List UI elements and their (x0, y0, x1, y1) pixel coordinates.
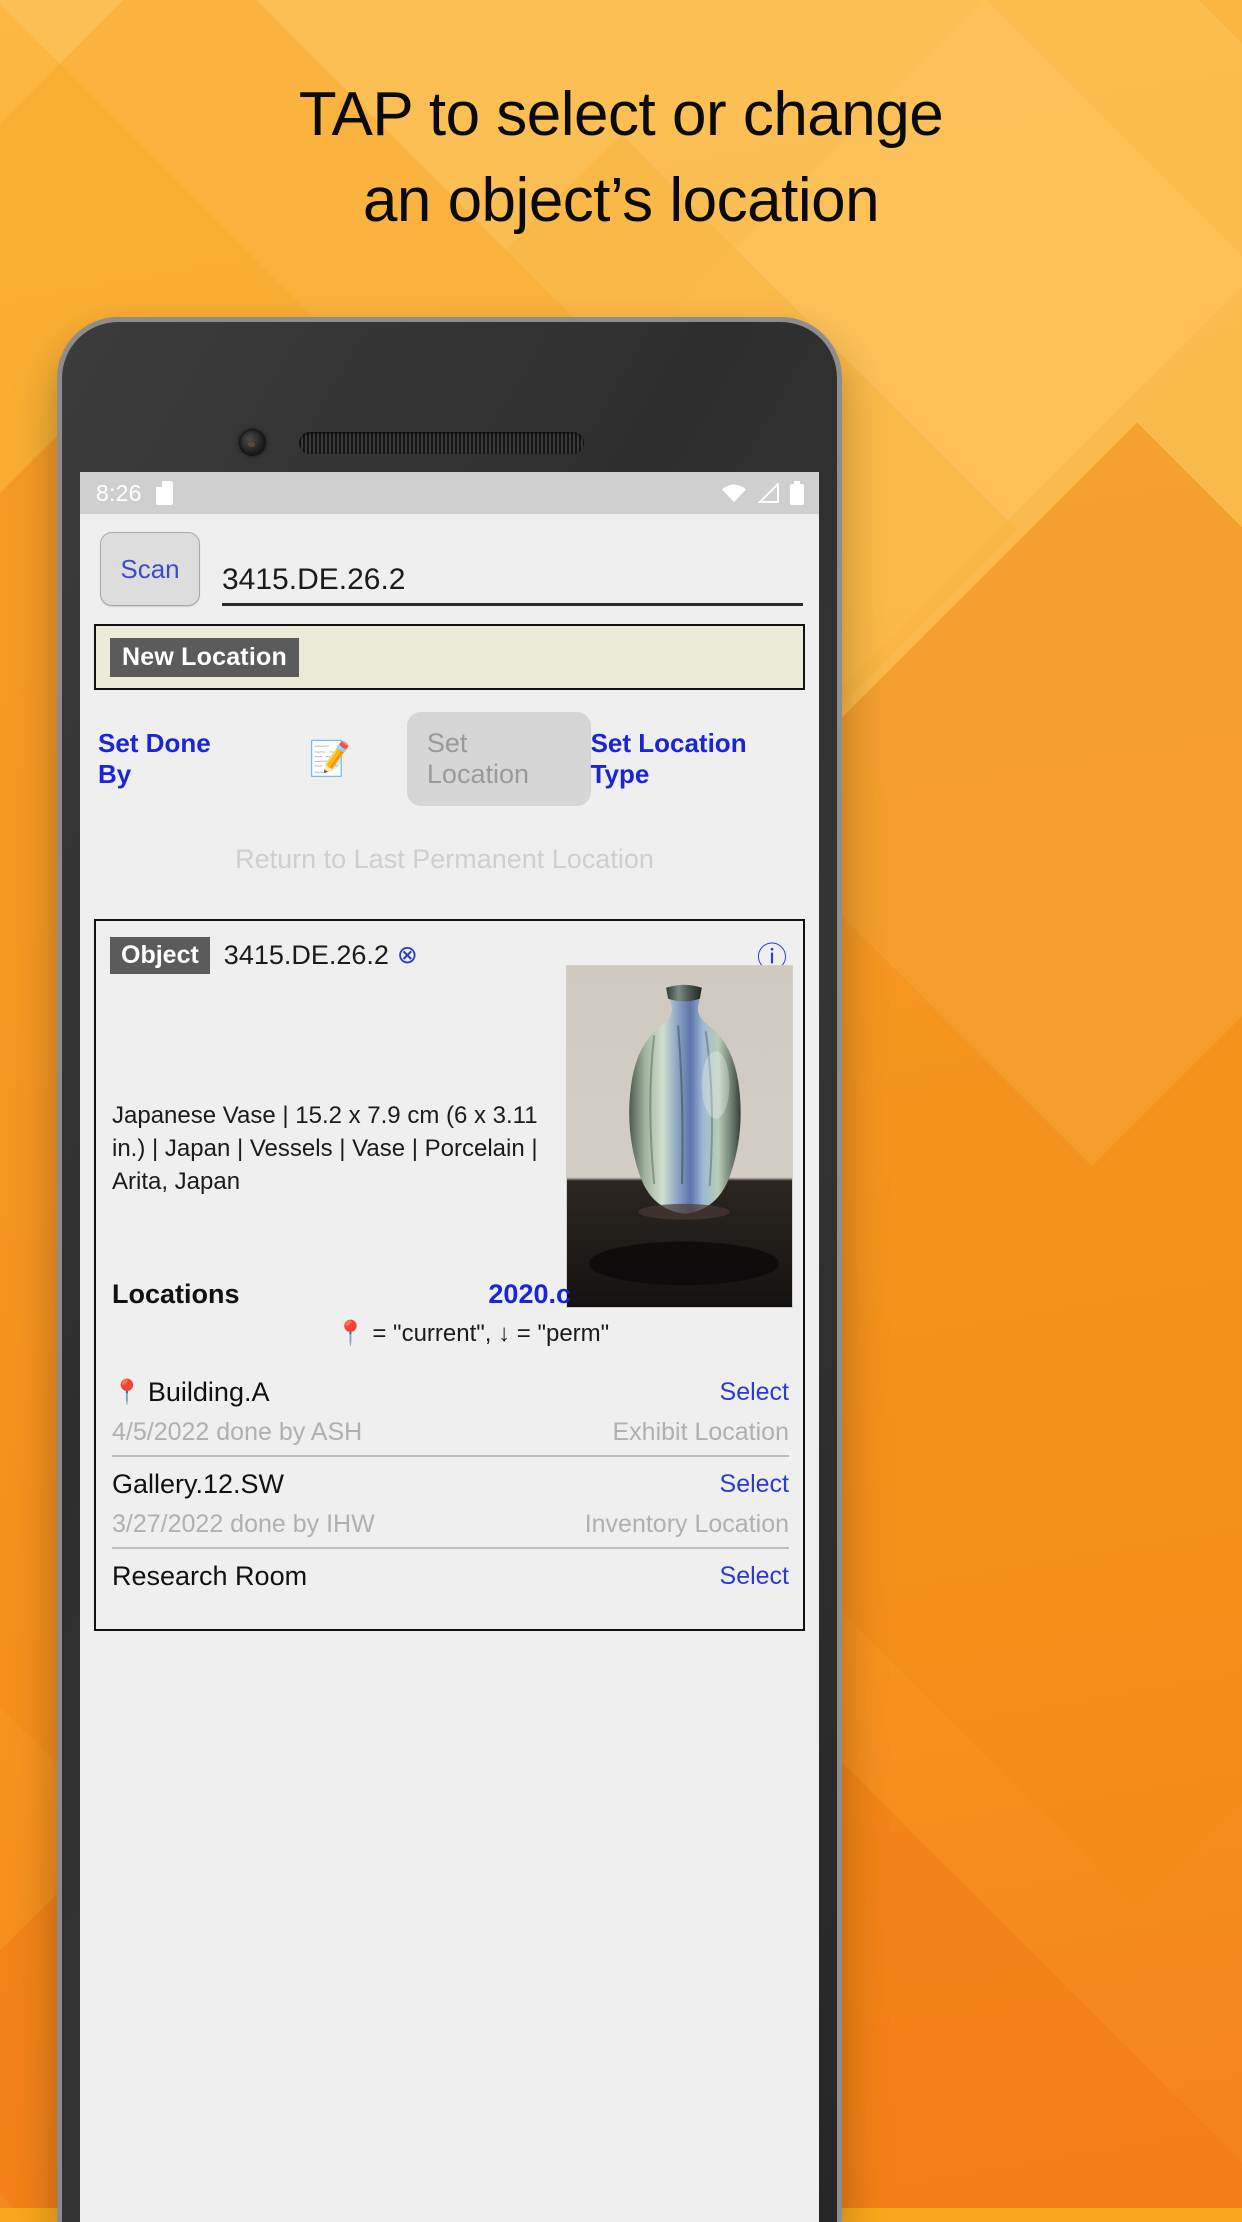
select-button[interactable]: Select (720, 1562, 789, 1591)
object-card: Object 3415.DE.26.2 ⊗ ⓘ Japanese Vase | … (94, 919, 805, 1631)
earpiece-speaker (299, 432, 584, 454)
location-row-meta: 3/27/2022 done by IHW Inventory Location (112, 1510, 789, 1539)
sim-card-icon (155, 481, 173, 505)
status-clock: 8:26 (96, 479, 142, 506)
location-name: Building.A (147, 1377, 270, 1407)
locations-header: Locations 2020.c (112, 1279, 789, 1310)
signal-icon (757, 483, 779, 503)
set-location-button[interactable]: Set Location (406, 712, 591, 806)
year-link[interactable]: 2020.c (488, 1279, 789, 1310)
object-thumbnail[interactable] (566, 965, 793, 1308)
table-row[interactable]: Gallery.12.SW Select 3/27/2022 done by I… (112, 1455, 789, 1547)
scan-button[interactable]: Scan (100, 532, 200, 606)
table-row[interactable]: 📍 Building.A Select 4/5/2022 done by ASH… (112, 1365, 789, 1455)
location-date: 3/27/2022 done by IHW (112, 1510, 375, 1538)
accession-input[interactable]: 3415.DE.26.2 (222, 532, 803, 606)
phone-screen: 8:26 Scan 3415.DE.26.2 New Location Set … (80, 472, 819, 2222)
wifi-icon (721, 483, 747, 503)
poster-headline: TAP to select or change an object’s loca… (0, 72, 1242, 244)
locations-legend: 📍 = "current", ↓ = "perm" (96, 1319, 789, 1348)
location-name: Gallery.12.SW (112, 1469, 285, 1499)
location-type: Exhibit Location (612, 1418, 789, 1446)
table-row[interactable]: Research Room Select (112, 1547, 789, 1600)
locations-title: Locations (112, 1279, 240, 1309)
location-name: Research Room (112, 1561, 308, 1591)
actions-row: Set Done By 📝 Set Location Set Location … (80, 690, 819, 806)
map-pin-icon: 📍 (335, 1320, 366, 1347)
legend-text: = "current", ↓ = "perm" (372, 1320, 610, 1347)
accession-input-value: 3415.DE.26.2 (222, 563, 406, 596)
object-chip-label: Object (110, 936, 210, 974)
new-location-chip-label: New Location (110, 637, 299, 677)
scan-row: Scan 3415.DE.26.2 (80, 514, 819, 620)
new-location-bar[interactable]: New Location (94, 624, 805, 690)
location-date: 4/5/2022 done by ASH (112, 1418, 363, 1446)
set-location-type-button[interactable]: Set Location Type (591, 728, 803, 790)
headline-line-2: an object’s location (362, 166, 880, 235)
location-row-meta: 4/5/2022 done by ASH Exhibit Location (112, 1418, 789, 1447)
phone-mockup: 8:26 Scan 3415.DE.26.2 New Location Set … (62, 322, 837, 2222)
status-bar: 8:26 (80, 472, 819, 514)
location-row-primary: 📍 Building.A Select (112, 1377, 789, 1408)
select-button[interactable]: Select (720, 1378, 789, 1407)
return-to-last-permanent-location-button[interactable]: Return to Last Permanent Location (80, 844, 819, 875)
clear-circle-icon[interactable]: ⊗ (397, 940, 418, 970)
object-description: Japanese Vase | 15.2 x 7.9 cm (6 x 3.11 … (112, 1102, 538, 1195)
map-pin-icon: 📍 (112, 1379, 142, 1406)
set-done-by-button[interactable]: Set Done By (98, 728, 245, 790)
japanese-vase-photo (588, 984, 780, 1286)
headline-line-1: TAP to select or change (298, 80, 944, 149)
location-row-primary: Research Room Select (112, 1561, 789, 1592)
location-row-primary: Gallery.12.SW Select (112, 1469, 789, 1500)
location-type: Inventory Location (584, 1510, 789, 1538)
battery-icon (789, 481, 805, 505)
locations-list: 📍 Building.A Select 4/5/2022 done by ASH… (112, 1365, 789, 1600)
front-camera-icon (239, 429, 266, 456)
select-button[interactable]: Select (720, 1470, 789, 1499)
object-accession: 3415.DE.26.2 (223, 939, 389, 970)
status-icons (721, 481, 805, 505)
edit-note-icon[interactable]: 📝 (309, 742, 351, 776)
